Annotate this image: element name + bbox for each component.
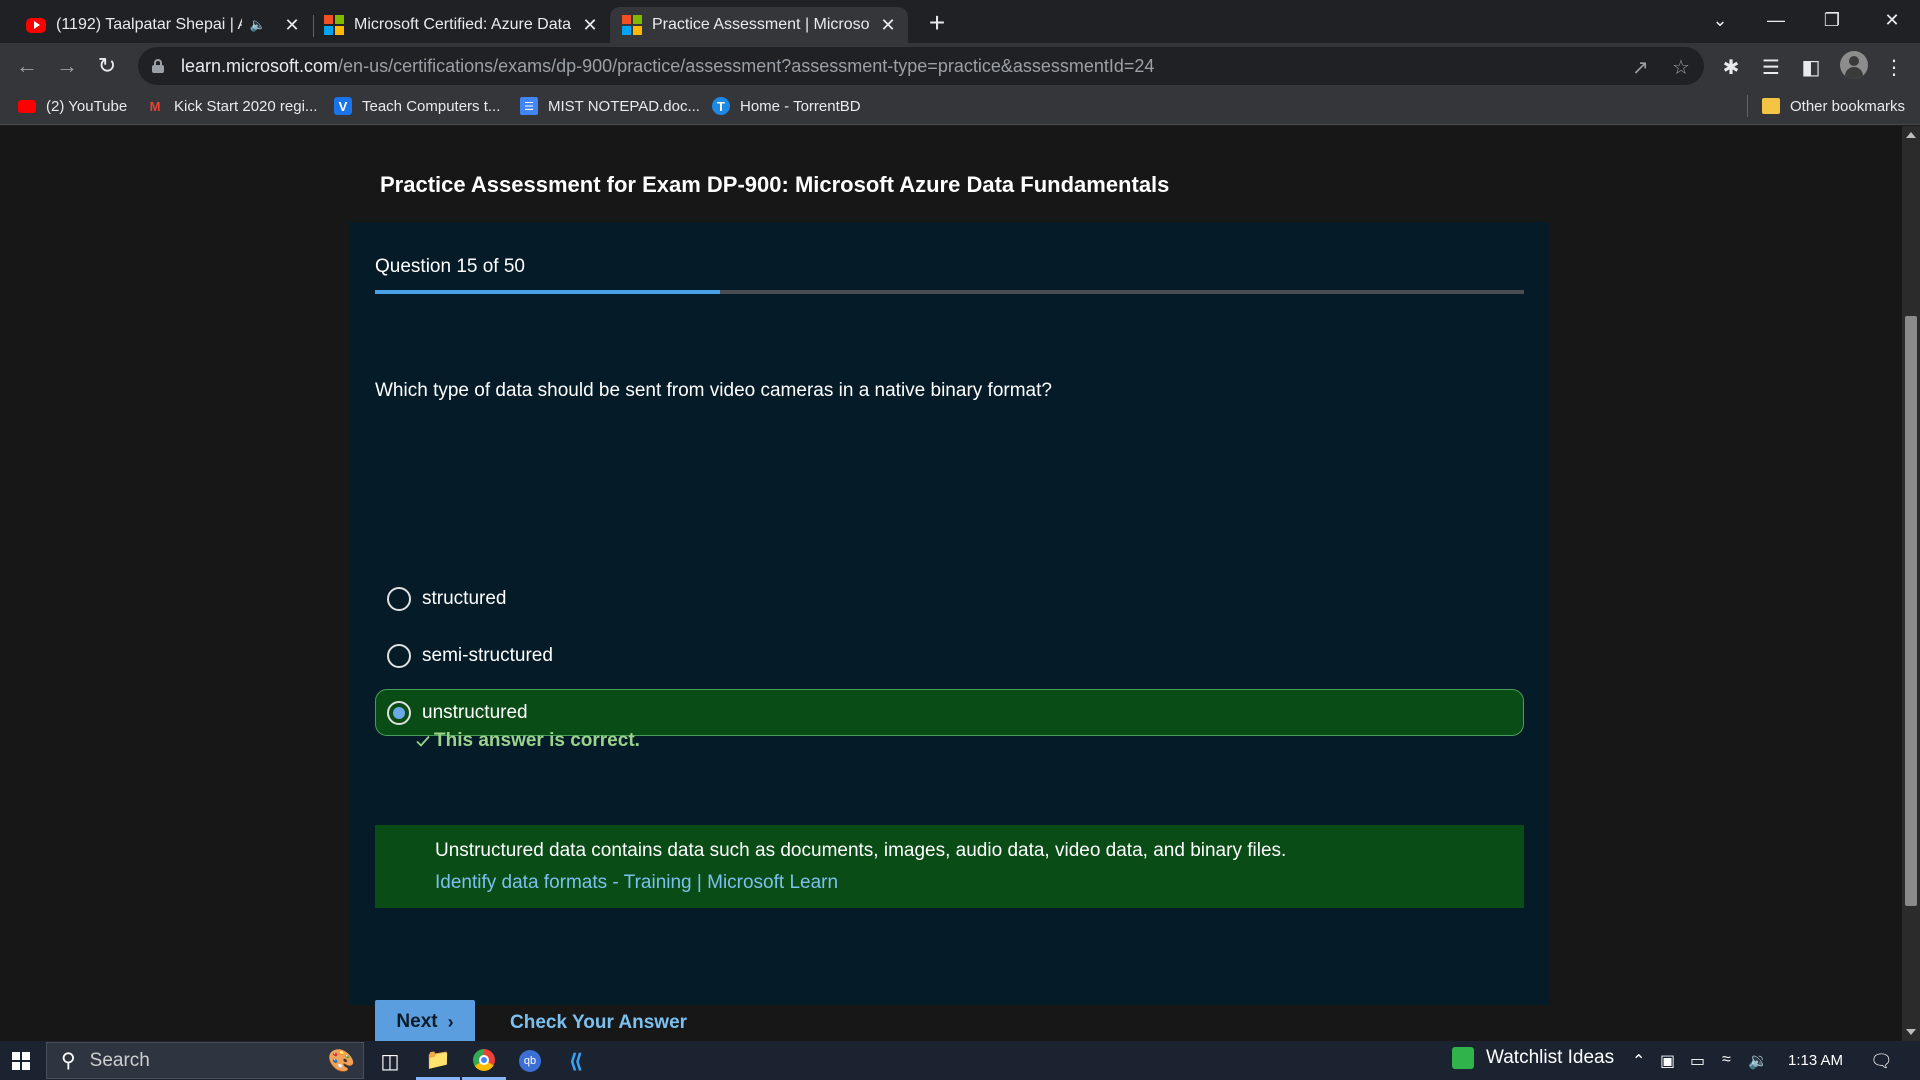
task-view-icon[interactable]: ◫	[368, 1042, 412, 1080]
close-icon[interactable]: ✕	[284, 15, 300, 36]
minimize-button[interactable]: —	[1748, 0, 1804, 40]
page-title: Practice Assessment for Exam DP-900: Mic…	[380, 172, 1170, 197]
meet-now-icon[interactable]: ▣	[1660, 1051, 1675, 1071]
checkmark-icon	[416, 735, 430, 747]
show-hidden-icons-chevron-icon[interactable]: ⌃	[1632, 1051, 1645, 1071]
menu-kebab-icon[interactable]: ⋮	[1880, 53, 1908, 81]
gmail-icon: M	[149, 98, 161, 114]
app-icon[interactable]: qb	[508, 1042, 552, 1080]
answer-option-label: semi-structured	[422, 644, 553, 666]
question-text: Which type of data should be sent from v…	[375, 380, 1052, 401]
scroll-down-arrow-icon[interactable]	[1906, 1029, 1916, 1035]
answer-option-label: structured	[422, 587, 507, 609]
volume-icon[interactable]: 🔉	[1748, 1051, 1768, 1071]
lock-icon[interactable]	[152, 59, 164, 73]
check-your-answer-link[interactable]: Check Your Answer	[510, 1012, 687, 1034]
youtube-icon	[18, 97, 36, 115]
battery-icon[interactable]: ▭	[1690, 1051, 1705, 1071]
other-bookmarks[interactable]: Other bookmarks	[1762, 94, 1905, 118]
question-counter: Question 15 of 50	[375, 256, 525, 277]
explanation-text: Unstructured data contains data such as …	[435, 840, 1287, 861]
radio-button-checked[interactable]	[387, 700, 411, 725]
close-icon[interactable]: ✕	[880, 15, 896, 36]
bookmarks-separator	[1747, 95, 1748, 117]
question-card: Question 15 of 50 Which type of data sho…	[350, 222, 1550, 1044]
forward-arrow-icon[interactable]: →	[52, 51, 82, 81]
vscode-icon[interactable]: ⟪	[554, 1042, 598, 1080]
tab-title: (1192) Taalpatar Shepai | Ami	[56, 16, 242, 33]
v-icon: V	[334, 97, 352, 115]
torrentbd-icon: T	[712, 97, 730, 115]
chevron-right-icon: ›	[447, 1011, 454, 1032]
answer-option-structured[interactable]: structured	[375, 575, 1524, 622]
answer-option-unstructured[interactable]: unstructured	[375, 689, 1524, 736]
docs-icon: ☰	[520, 97, 538, 115]
speaker-icon[interactable]: 🔈	[250, 17, 266, 33]
answer-option-semi-structured[interactable]: semi-structured	[375, 632, 1524, 679]
bookmarks-bar: (2) YouTube M Kick Start 2020 regi... V …	[0, 88, 1920, 125]
explanation-link[interactable]: Identify data formats - Training | Micro…	[435, 872, 838, 894]
address-bar[interactable]: learn.microsoft.com/en-us/certifications…	[138, 47, 1704, 85]
wifi-icon[interactable]: ≈	[1722, 1051, 1731, 1069]
bookmark-teach-computers[interactable]: V Teach Computers t...	[334, 94, 500, 118]
next-button-label: Next	[396, 1011, 438, 1032]
share-icon[interactable]: ↗	[1632, 55, 1649, 80]
bookmark-star-icon[interactable]: ☆	[1672, 55, 1690, 80]
close-window-button[interactable]: ✕	[1864, 0, 1920, 40]
explanation-panel: Unstructured data contains data such as …	[375, 825, 1524, 908]
search-icon: ⚲	[61, 1050, 76, 1072]
browser-toolbar: ← → ↻ learn.microsoft.com/en-us/certific…	[0, 43, 1920, 88]
back-arrow-icon[interactable]: ←	[12, 51, 42, 81]
tab-youtube[interactable]: (1192) Taalpatar Shepai | Ami 🔈 ✕	[14, 7, 312, 43]
search-highlight-icon: 🎨	[327, 1047, 355, 1073]
watchlist-widget[interactable]: Watchlist Ideas	[1452, 1047, 1614, 1069]
microsoft-icon	[622, 15, 642, 35]
bookmark-mist-notepad[interactable]: ☰ MIST NOTEPAD.doc...	[520, 94, 700, 118]
file-explorer-icon[interactable]: 📁	[416, 1042, 460, 1080]
watchlist-label: Watchlist Ideas	[1486, 1047, 1615, 1068]
tab-title: Practice Assessment | Microsoft L	[652, 16, 870, 33]
correct-feedback: This answer is correct.	[415, 730, 640, 752]
restore-button[interactable]: ❐	[1804, 0, 1860, 40]
progress-bar	[375, 290, 1524, 294]
tab-title: Microsoft Certified: Azure Data Fu	[354, 16, 572, 33]
bookmark-youtube[interactable]: (2) YouTube	[18, 94, 127, 118]
search-placeholder: Search	[89, 1049, 150, 1071]
media-queue-icon[interactable]: ☰	[1757, 53, 1785, 81]
windows-start-icon[interactable]	[12, 1052, 30, 1070]
folder-icon	[1762, 98, 1780, 114]
close-icon[interactable]: ✕	[582, 15, 598, 36]
scroll-up-arrow-icon[interactable]	[1906, 132, 1916, 138]
feedback-text: This answer is correct.	[434, 730, 640, 751]
microsoft-icon	[324, 15, 344, 35]
taskbar-search-box[interactable]: ⚲ Search 🎨	[46, 1042, 364, 1079]
clock[interactable]: 1:13 AM	[1788, 1052, 1843, 1069]
youtube-icon	[26, 17, 46, 33]
url-text[interactable]: learn.microsoft.com/en-us/certifications…	[181, 56, 1154, 77]
windows-taskbar: ⚲ Search 🎨 ◫ 📁 qb ⟪ Watchlist Ideas ⌃ ▣ …	[0, 1041, 1920, 1080]
browser-tab-strip: (1192) Taalpatar Shepai | Ami 🔈 ✕ Micros…	[0, 0, 1920, 43]
next-button[interactable]: Next ›	[375, 1000, 475, 1044]
bookmark-torrentbd[interactable]: T Home - TorrentBD	[712, 94, 861, 118]
side-panel-icon[interactable]: ◧	[1797, 53, 1825, 81]
new-tab-button[interactable]: +	[921, 7, 953, 39]
tab-search-chevron-icon[interactable]: ⌄	[1692, 0, 1748, 40]
reload-icon[interactable]: ↻	[92, 51, 122, 81]
radio-button[interactable]	[387, 586, 411, 611]
radio-button[interactable]	[387, 643, 411, 668]
answer-option-label: unstructured	[422, 701, 528, 723]
chrome-icon[interactable]	[462, 1042, 506, 1080]
bookmark-kick-start[interactable]: M Kick Start 2020 regi...	[146, 94, 318, 118]
stocks-icon	[1452, 1047, 1474, 1069]
tab-practice-assessment[interactable]: Practice Assessment | Microsoft L ✕	[610, 7, 908, 43]
notifications-icon[interactable]: 🗨	[1870, 1051, 1893, 1072]
progress-bar-fill	[375, 290, 720, 294]
tab-azure-certified[interactable]: Microsoft Certified: Azure Data Fu ✕	[312, 7, 610, 43]
profile-avatar[interactable]	[1840, 51, 1868, 79]
extensions-puzzle-icon[interactable]: ✱	[1717, 53, 1745, 81]
page-scrollbar[interactable]	[1902, 126, 1920, 1041]
scrollbar-thumb[interactable]	[1905, 316, 1917, 906]
page-viewport: Practice Assessment for Exam DP-900: Mic…	[0, 126, 1902, 1044]
